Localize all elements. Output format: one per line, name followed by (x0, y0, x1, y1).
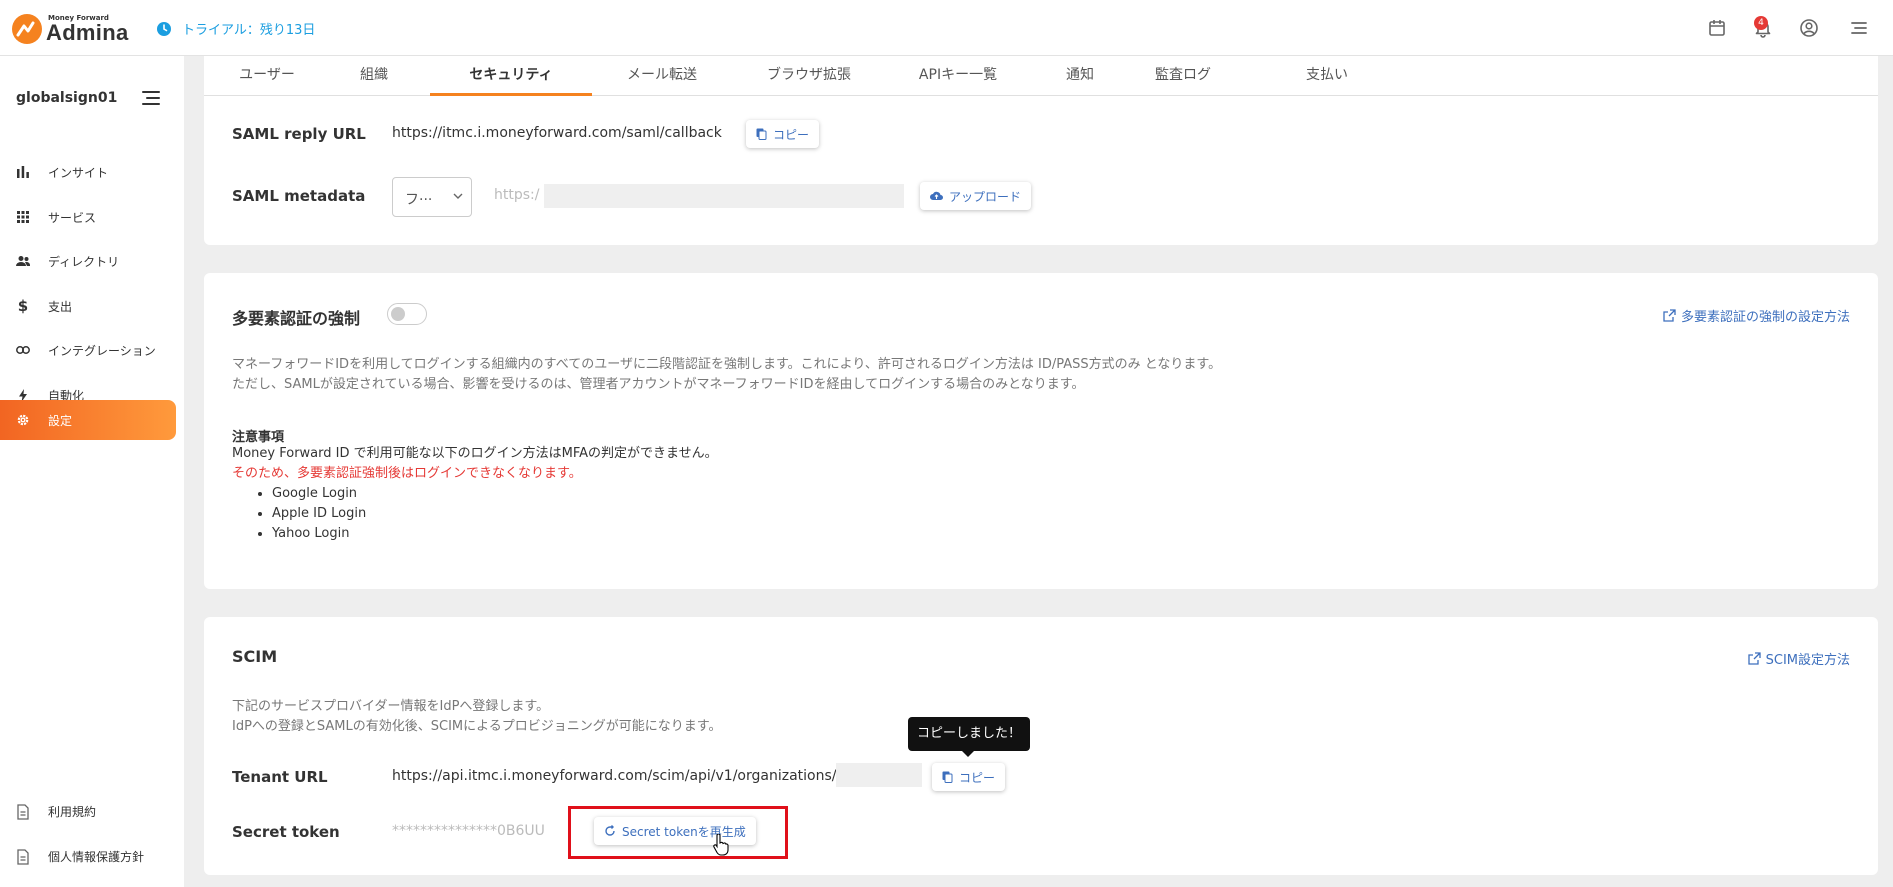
saml-reply-label: SAML reply URL (232, 125, 366, 143)
redacted-metadata-url (544, 184, 904, 208)
tab-browser-extension[interactable]: ブラウザ拡張 (750, 56, 868, 96)
app-header: Money Forward Admina トライアル：残り13日 4 (0, 0, 1893, 56)
document-icon (17, 848, 29, 865)
external-link-icon (1663, 309, 1676, 322)
org-name: globalsign01 (16, 90, 118, 106)
sidebar-item-label: インテグレーション (48, 343, 156, 358)
saml-reply-url: https://itmc.i.moneyforward.com/saml/cal… (392, 125, 722, 141)
sidebar-item-label: 支出 (48, 299, 73, 314)
sidebar-item-directory[interactable]: ディレクトリ (0, 241, 176, 281)
gear-icon (16, 413, 30, 427)
sidebar: globalsign01 インサイト サービス ディレクトリ $ 支出 インテグ… (0, 56, 184, 887)
settings-tabs: ユーザー 組織 セキュリティ メール転送 ブラウザ拡張 APIキー一覧 通知 監… (204, 56, 1878, 96)
scim-card: SCIM SCIM設定方法 下記のサービスプロバイダー情報をIdPへ登録します。… (204, 617, 1878, 875)
mfa-help-link[interactable]: 多要素認証の強制の設定方法 (1663, 306, 1850, 325)
notification-badge: 4 (1754, 16, 1768, 30)
logo-text: Admina (46, 19, 129, 45)
tab-audit-log[interactable]: 監査ログ (1138, 56, 1228, 96)
upload-label: アップロード (949, 189, 1022, 204)
saml-card: SAML reply URL https://itmc.i.moneyforwa… (204, 96, 1878, 245)
note-warning: そのため、多要素認証強制後はログインできなくなります。 (232, 466, 582, 481)
mfa-toggle[interactable] (387, 303, 427, 325)
copy-icon (756, 128, 767, 140)
scim-description-line1: 下記のサービスプロバイダー情報をIdPへ登録します。 (232, 699, 550, 714)
sidebar-item-label: インサイト (48, 165, 109, 180)
note-line: Money Forward ID で利用可能な以下のログイン方法はMFAの判定が… (232, 446, 718, 461)
copy-label: コピー (773, 127, 810, 142)
cloud-upload-icon (930, 191, 943, 200)
list-item: Google Login (272, 484, 366, 504)
tab-mail-forwarding[interactable]: メール転送 (612, 56, 712, 96)
footer-link-privacy[interactable]: 個人情報保護方針 (16, 848, 144, 865)
account-icon[interactable] (1799, 18, 1819, 38)
hand-cursor-icon (713, 834, 729, 856)
sidebar-item-label: サービス (48, 210, 97, 225)
sidebar-collapse-icon[interactable] (142, 90, 160, 106)
tab-security[interactable]: セキュリティ (430, 56, 592, 96)
copy-icon (942, 771, 953, 783)
highlight-box (568, 806, 788, 859)
calendar-icon[interactable] (1707, 18, 1727, 38)
sidebar-item-services[interactable]: サービス (0, 197, 176, 237)
list-item: Apple ID Login (272, 504, 366, 524)
copy-reply-url-button[interactable]: コピー (746, 120, 820, 148)
mfa-card: 多要素認証の強制 多要素認証の強制の設定方法 マネーフォワードIDを利用してログ… (204, 273, 1878, 589)
bar-chart-icon (16, 165, 30, 179)
list-item: Yahoo Login (272, 524, 366, 544)
clock-icon (157, 21, 171, 36)
mfa-title: 多要素認証の強制 (232, 309, 361, 328)
dollar-icon: $ (17, 297, 29, 315)
metadata-type-select[interactable]: フ··· (392, 177, 472, 217)
logo-mark-icon (12, 14, 42, 44)
footer-link-label: 個人情報保護方針 (48, 850, 145, 864)
login-method-list: Google Login Apple ID Login Yahoo Login (272, 484, 366, 544)
tenant-url-value: https://api.itmc.i.moneyforward.com/scim… (392, 768, 837, 784)
sidebar-item-insight[interactable]: インサイト (0, 152, 176, 192)
scim-help-link[interactable]: SCIM設定方法 (1747, 649, 1850, 668)
copied-tooltip: コピーしました！ (908, 717, 1030, 757)
menu-icon[interactable] (1849, 18, 1869, 38)
tenant-url-label: Tenant URL (232, 768, 328, 786)
scim-description-line2: IdPへの登録とSAMLの有効化後、SCIMによるプロビジョニングが可能になりま… (232, 719, 722, 734)
metadata-type-value: フ··· (405, 192, 433, 208)
scim-help-link-label: SCIM設定方法 (1765, 653, 1850, 668)
copy-tenant-url-button[interactable]: コピー (932, 763, 1006, 791)
sidebar-item-integration[interactable]: インテグレーション (0, 330, 176, 370)
sidebar-item-label: ディレクトリ (48, 254, 120, 269)
tab-api-keys[interactable]: APIキー一覧 (904, 56, 1012, 96)
chevron-down-icon (453, 193, 463, 199)
sidebar-item-settings[interactable]: 設定 (0, 400, 176, 440)
trial-text: トライアル：残り13日 (182, 23, 316, 38)
mfa-description-line1: マネーフォワードIDを利用してログインする組織内のすべてのユーザに二段階認証を強… (232, 357, 1222, 372)
tab-users[interactable]: ユーザー (214, 56, 320, 96)
secret-token-value: ***************0B6UU (392, 823, 545, 839)
sidebar-item-spend[interactable]: $ 支出 (0, 286, 176, 326)
note-title: 注意事項 (232, 430, 285, 445)
mfa-help-link-label: 多要素認証の強制の設定方法 (1680, 310, 1850, 325)
copy-label: コピー (959, 770, 996, 785)
mfa-description-line2: ただし、SAMLが設定されている場合、影響を受けるのは、管理者アカウントがマネー… (232, 377, 1085, 392)
saml-metadata-label: SAML metadata (232, 187, 366, 205)
link-icon (16, 343, 30, 357)
toggle-knob (391, 307, 405, 321)
tab-payment[interactable]: 支払い (1294, 56, 1360, 96)
logo[interactable]: Money Forward Admina (12, 14, 128, 44)
footer-link-label: 利用規約 (48, 805, 97, 819)
redacted-org-id (836, 763, 922, 787)
grid-icon (16, 210, 30, 224)
secret-token-label: Secret token (232, 823, 340, 841)
external-link-icon (1747, 652, 1761, 665)
document-icon (17, 803, 29, 820)
users-icon (16, 254, 30, 268)
scim-title: SCIM (232, 647, 278, 666)
tab-organization[interactable]: 組織 (346, 56, 402, 96)
trial-status[interactable]: トライアル：残り13日 (156, 19, 315, 38)
tab-notifications[interactable]: 通知 (1052, 56, 1108, 96)
sidebar-item-label: 設定 (48, 413, 73, 428)
metadata-url-input[interactable]: https:/ (494, 187, 539, 203)
upload-button[interactable]: アップロード (920, 182, 1032, 210)
footer-link-terms[interactable]: 利用規約 (16, 803, 96, 820)
